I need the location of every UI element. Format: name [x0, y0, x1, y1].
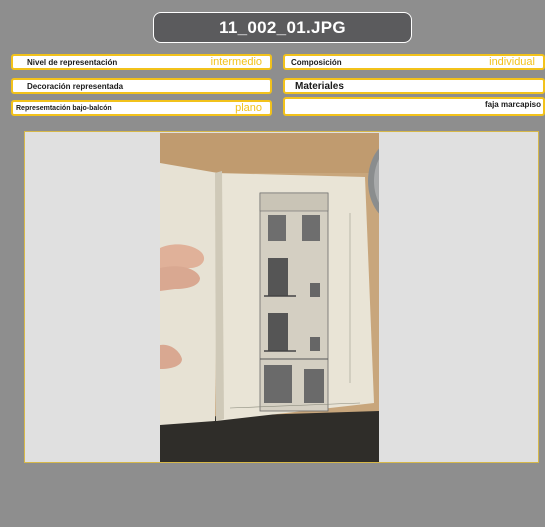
decoracion-representada-label: Decoración representada	[27, 82, 124, 91]
faja-value: faja marcapiso	[484, 100, 541, 109]
composicion-field[interactable]: Composición individual	[283, 54, 545, 70]
representacion-bajo-balcon-field[interactable]: Represemtación bajo-balcón plano	[11, 100, 272, 116]
materiales-label: Materiales	[295, 81, 344, 92]
image-title: 11_002_01.JPG	[153, 12, 412, 43]
nivel-representacion-field[interactable]: Nivel de representación intermedio	[11, 54, 272, 70]
faja-field[interactable]: faja marcapiso	[283, 97, 545, 116]
decoracion-representada-field[interactable]: Decoración representada	[11, 78, 272, 94]
document-photo	[160, 133, 379, 462]
representacion-bajo-balcon-value: plano	[235, 102, 262, 114]
materiales-field[interactable]: Materiales	[283, 78, 545, 94]
nivel-representacion-label: Nivel de representación	[27, 58, 118, 67]
image-title-text: 11_002_01.JPG	[219, 17, 346, 37]
composicion-value: individual	[489, 56, 535, 68]
representacion-bajo-balcon-label: Represemtación bajo-balcón	[16, 105, 112, 112]
nivel-representacion-value: intermedio	[210, 56, 262, 68]
composicion-label: Composición	[291, 58, 342, 67]
